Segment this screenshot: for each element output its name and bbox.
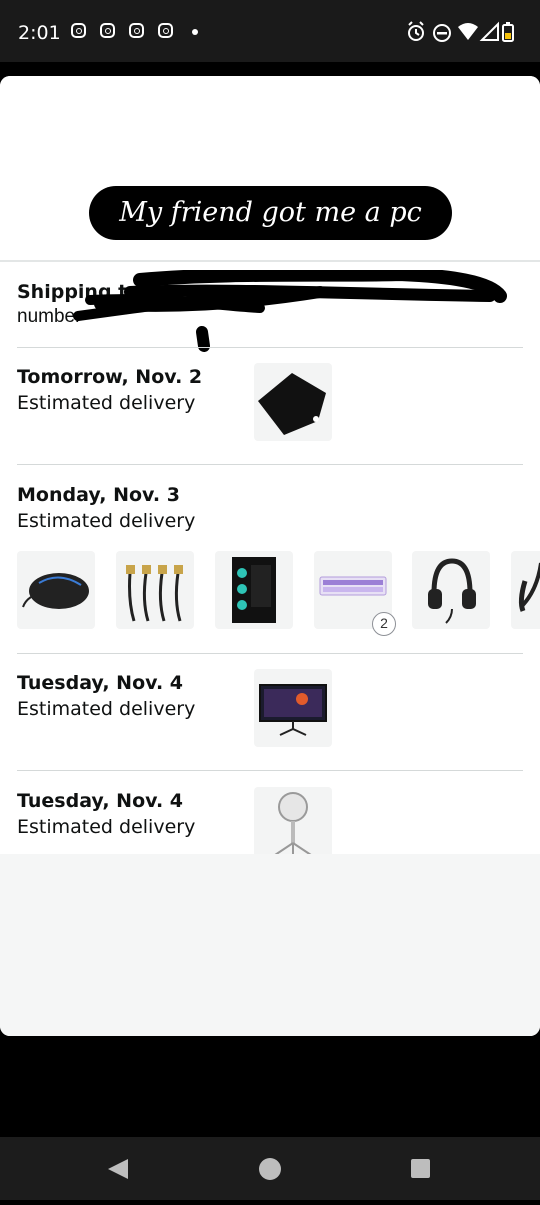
order-card: My friend got me a pc Shipping to number… — [0, 76, 540, 1036]
delivery-label: Estimated delivery — [17, 392, 196, 414]
product-thumb-more[interactable] — [511, 551, 540, 629]
product-thumb-hdmi[interactable] — [116, 551, 194, 629]
gaming-mouse-icon — [22, 573, 89, 609]
pc-case-icon — [232, 557, 276, 623]
system-nav-bar — [0, 1137, 540, 1200]
quantity-badge: 2 — [372, 612, 396, 636]
card-header: My friend got me a pc — [0, 76, 540, 262]
instagram-icon — [71, 23, 86, 38]
hdmi-cables-icon — [126, 565, 183, 622]
status-time: 2:01 — [18, 22, 61, 44]
signal-icon — [479, 21, 499, 41]
instagram-icon — [129, 23, 144, 38]
dnd-icon — [433, 24, 451, 42]
delivery-label: Estimated delivery — [17, 698, 196, 720]
headphones-icon — [428, 558, 476, 624]
story-caption: My friend got me a pc — [89, 186, 452, 240]
mouse-pad-icon — [258, 373, 326, 435]
delivery-date: Tuesday, Nov. 4 — [17, 790, 184, 812]
empty-area — [0, 854, 540, 1036]
product-thumb-mouse[interactable] — [17, 551, 95, 629]
home-icon — [259, 1158, 281, 1180]
status-bar: 2:01 — [0, 0, 540, 62]
divider — [17, 347, 523, 348]
back-icon — [108, 1159, 128, 1179]
product-thumb-monitor[interactable] — [254, 669, 332, 747]
product-thumb-pc-case[interactable] — [215, 551, 293, 629]
product-thumb-mouse-pad[interactable] — [254, 363, 332, 441]
delivery-label: Estimated delivery — [17, 816, 196, 838]
delivery-label: Estimated delivery — [17, 510, 196, 532]
nav-buttons — [108, 1158, 430, 1180]
battery-icon — [502, 22, 514, 42]
delivery-date: Monday, Nov. 3 — [17, 484, 180, 506]
divider — [17, 653, 523, 654]
recents-icon — [411, 1159, 430, 1178]
divider — [17, 770, 523, 771]
alarm-icon — [408, 21, 424, 41]
delivery-date: Tomorrow, Nov. 2 — [17, 366, 203, 388]
instagram-icon — [158, 23, 173, 38]
product-thumb-headphones[interactable] — [412, 551, 490, 629]
divider — [17, 464, 523, 465]
wifi-icon — [458, 23, 478, 40]
status-icons — [408, 21, 514, 42]
delivery-date: Tuesday, Nov. 4 — [17, 672, 184, 694]
instagram-icon — [100, 23, 115, 38]
notification-dot-icon — [192, 29, 198, 35]
monitor-icon — [259, 684, 327, 736]
controller-icon — [518, 562, 540, 612]
